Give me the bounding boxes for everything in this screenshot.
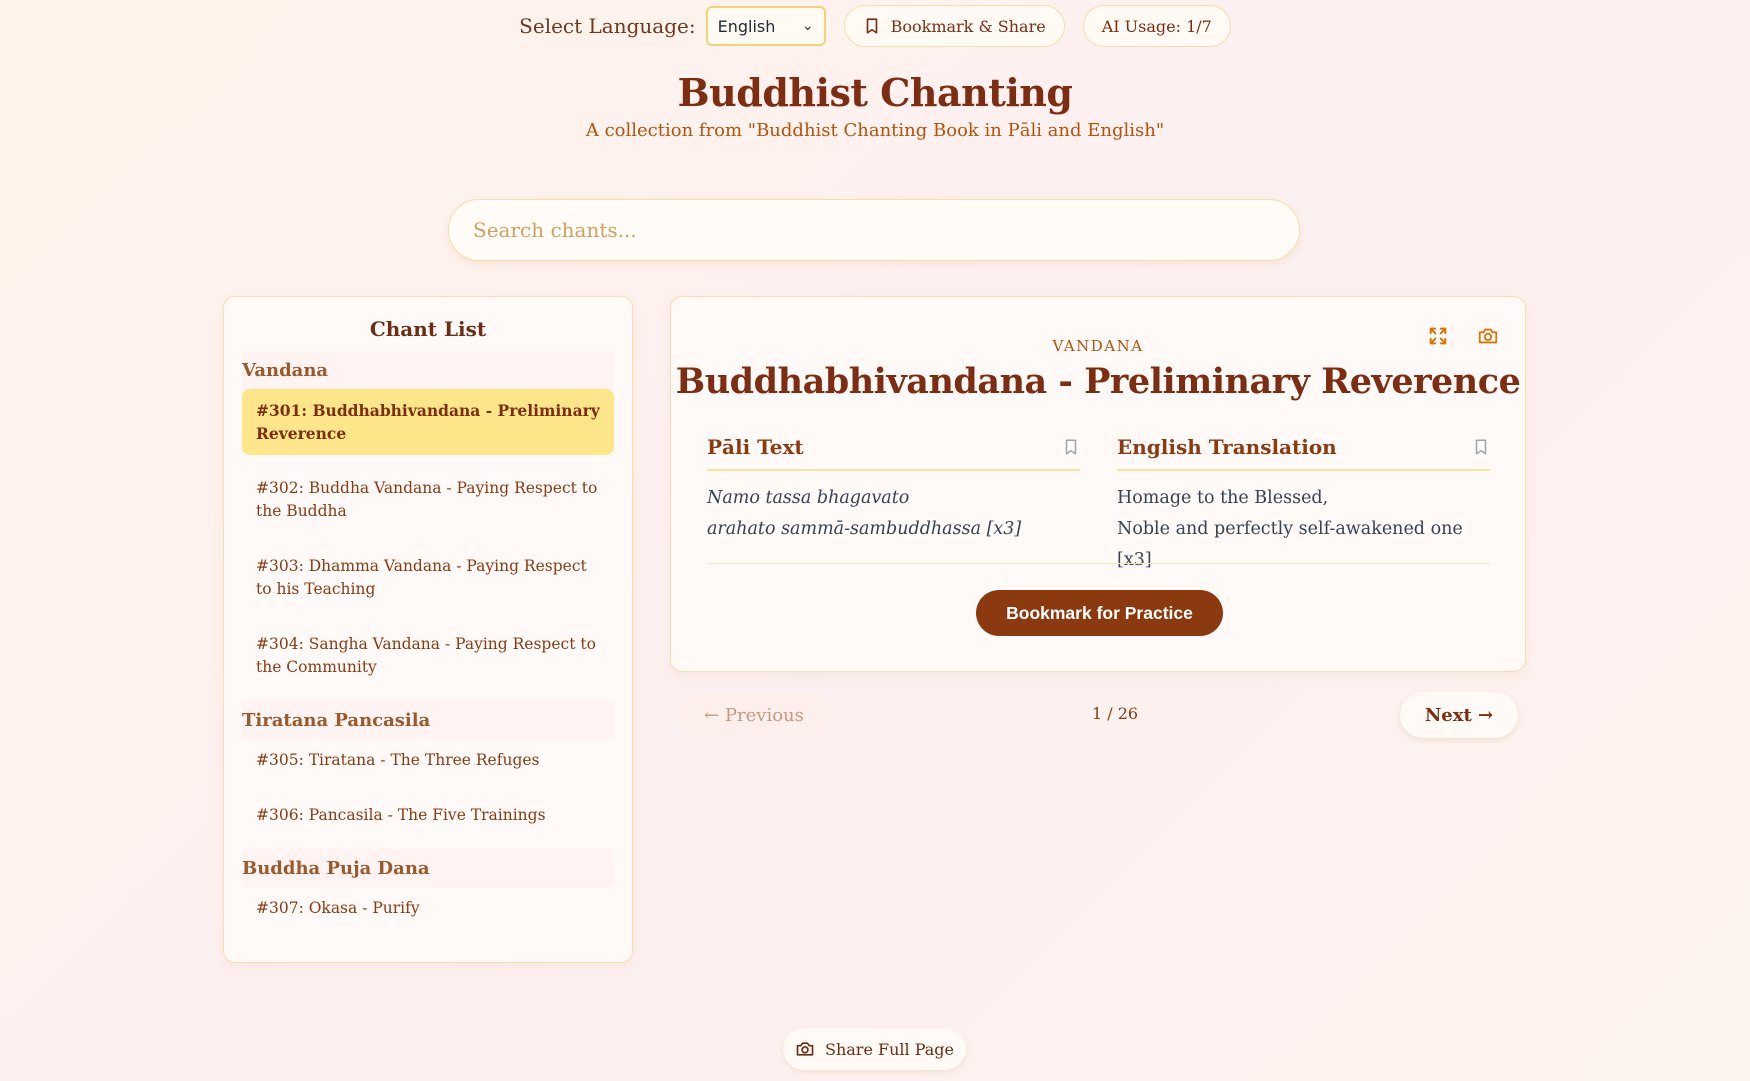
chant-list-sidebar: Chant List Vandana #301: Buddhabhivandan… xyxy=(223,296,633,963)
ai-usage-label: AI Usage: 1/7 xyxy=(1101,16,1212,36)
bookmark-icon xyxy=(866,18,877,34)
pali-line: arahato sammā-sambuddhassa [x3] xyxy=(707,519,1022,539)
language-select[interactable]: English ⌄ xyxy=(705,6,826,46)
english-column: English Translation Homage to the Blesse… xyxy=(1117,431,1490,576)
ai-usage-badge: AI Usage: 1/7 xyxy=(1082,5,1231,47)
chant-list-item[interactable]: #307: Okasa - Purify xyxy=(242,887,614,930)
language-label: Select Language: xyxy=(519,14,696,38)
pali-heading-row: Pāli Text xyxy=(707,431,1080,471)
english-line: Homage to the Blessed, xyxy=(1117,488,1329,508)
top-bar: Select Language: English ⌄ Bookmark & Sh… xyxy=(0,4,1750,48)
next-button[interactable]: Next → xyxy=(1400,692,1518,738)
bookmark-share-label: Bookmark & Share xyxy=(890,16,1046,36)
bookmark-icon[interactable] xyxy=(1062,438,1080,456)
bookmark-icon[interactable] xyxy=(1472,438,1490,456)
chant-title: Buddhabhivandana - Preliminary Reverence xyxy=(675,361,1521,402)
chant-group: Tiratana Pancasila #305: Tiratana - The … xyxy=(242,701,614,837)
share-full-page-button[interactable]: Share Full Page xyxy=(783,1028,966,1070)
share-full-page-label: Share Full Page xyxy=(824,1039,955,1059)
chant-list-item[interactable]: #305: Tiratana - The Three Refuges xyxy=(242,739,614,782)
camera-icon xyxy=(796,1042,814,1056)
page-counter: 1 / 26 xyxy=(1092,704,1139,723)
chant-list-item[interactable]: #303: Dhamma Vandana - Paying Respect to… xyxy=(242,545,614,611)
search-box xyxy=(448,199,1300,261)
page-subtitle: A collection from "Buddhist Chanting Boo… xyxy=(585,120,1165,141)
card-divider xyxy=(707,563,1490,564)
page-title: Buddhist Chanting xyxy=(677,70,1073,115)
pali-column: Pāli Text Namo tassa bhagavato arahato s… xyxy=(707,431,1080,576)
chant-category: VANDANA xyxy=(1052,337,1144,355)
category-heading: Vandana xyxy=(242,351,614,389)
english-line: Noble and perfectly self-awakened one [x… xyxy=(1117,519,1463,570)
english-heading: English Translation xyxy=(1117,435,1337,459)
category-heading: Buddha Puja Dana xyxy=(242,849,614,887)
pali-text: Namo tassa bhagavato arahato sammā-sambu… xyxy=(707,483,1080,545)
sidebar-title: Chant List xyxy=(369,317,487,341)
chant-list-item[interactable]: #302: Buddha Vandana - Paying Respect to… xyxy=(242,467,614,533)
previous-button[interactable]: ← Previous xyxy=(678,692,830,738)
chant-list-item[interactable]: #304: Sangha Vandana - Paying Respect to… xyxy=(242,623,614,689)
chant-list-item[interactable]: #306: Pancasila - The Five Trainings xyxy=(242,794,614,837)
chant-group: Vandana #301: Buddhabhivandana - Prelimi… xyxy=(242,351,614,689)
chant-list-item[interactable]: #301: Buddhabhivandana - Preliminary Rev… xyxy=(242,389,614,455)
category-heading: Tiratana Pancasila xyxy=(242,701,614,739)
bookmark-share-button[interactable]: Bookmark & Share xyxy=(843,5,1065,47)
chant-group: Buddha Puja Dana #307: Okasa - Purify xyxy=(242,849,614,930)
chant-columns: Pāli Text Namo tassa bhagavato arahato s… xyxy=(707,431,1490,576)
english-heading-row: English Translation xyxy=(1117,431,1490,471)
pali-heading: Pāli Text xyxy=(707,435,804,459)
chevron-down-icon: ⌄ xyxy=(801,18,814,34)
bookmark-for-practice-button[interactable]: Bookmark for Practice xyxy=(976,590,1223,636)
search-input[interactable] xyxy=(473,218,1275,242)
pali-line: Namo tassa bhagavato xyxy=(707,488,910,508)
chant-card: VANDANA Buddhabhivandana - Preliminary R… xyxy=(670,296,1526,672)
language-selected-value: English xyxy=(717,16,776,36)
